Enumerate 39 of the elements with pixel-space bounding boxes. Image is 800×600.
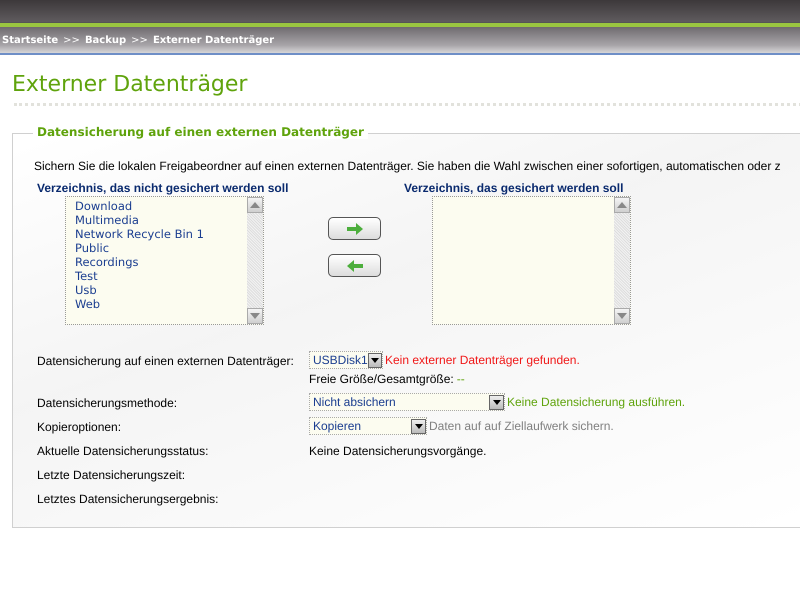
folder-item[interactable]: Public bbox=[75, 241, 110, 255]
field-label: Letzte Datensicherungszeit: bbox=[37, 467, 186, 484]
field-label: Kopieroptionen: bbox=[37, 419, 122, 436]
folder-item[interactable]: Download bbox=[75, 199, 132, 213]
field-label: Aktuelle Datensicherungsstatus: bbox=[37, 443, 210, 460]
field-label: Datensicherung auf einen externen Datenträger: bbox=[37, 353, 295, 370]
move-right-button[interactable] bbox=[328, 217, 381, 240]
scroll-up-icon[interactable] bbox=[614, 197, 630, 213]
list-heading: Verzeichnis, das gesichert werden soll bbox=[404, 181, 624, 195]
scroll-up-icon[interactable] bbox=[247, 197, 263, 213]
section-legend: Datensicherung auf einen externen Datenträger bbox=[33, 125, 368, 139]
hint-text: Daten auf auf Ziellaufwerk sichern. bbox=[429, 419, 614, 433]
breadcrumb-separator: >> bbox=[131, 34, 148, 46]
field-value: Keine Datensicherungsvorgänge. bbox=[309, 443, 486, 458]
folder-item[interactable]: Recordings bbox=[75, 255, 139, 269]
folder-item[interactable]: Network Recycle Bin 1 bbox=[75, 227, 204, 241]
left-arrow-icon bbox=[344, 258, 364, 272]
size-label: Freie Größe/Gesamtgröße: bbox=[309, 372, 454, 386]
size-value: -- bbox=[456, 372, 465, 386]
dropdown[interactable]: USBDisk1 bbox=[309, 351, 383, 369]
list-heading: Verzeichnis, das nicht gesichert werden soll bbox=[37, 181, 290, 195]
hint-text: Keine Datensicherung ausführen. bbox=[507, 395, 686, 409]
breadcrumb-separator: >> bbox=[63, 34, 80, 46]
dropdown[interactable]: Kopieren bbox=[309, 417, 427, 435]
scroll-down-icon[interactable] bbox=[247, 308, 263, 324]
folder-list[interactable]: Download Multimedia Network Recycle Bin 1 Public Recordings Test Usb Web bbox=[65, 196, 264, 325]
folder-item[interactable]: Test bbox=[75, 269, 98, 283]
folder-item[interactable]: Web bbox=[75, 297, 100, 311]
folder-item[interactable]: Multimedia bbox=[75, 213, 139, 227]
folder-item[interactable]: Usb bbox=[75, 283, 97, 297]
field-label: Datensicherungsmethode: bbox=[37, 395, 178, 412]
right-arrow-icon bbox=[344, 222, 364, 236]
hint-text: Kein externer Datenträger gefunden. bbox=[385, 353, 580, 367]
dropdown[interactable]: Nicht absichern bbox=[309, 393, 505, 411]
description-text: Sichern Sie die lokalen Freigabeordner auf einen externen Datenträger. Sie haben die Wahl zwischen einer sofortigen, automatischen oder z bbox=[34, 159, 782, 173]
page-title: Externer Datenträger bbox=[12, 71, 248, 99]
move-left-button[interactable] bbox=[328, 254, 381, 277]
scroll-down-icon[interactable] bbox=[614, 308, 630, 324]
field-label: Letztes Datensicherungsergebnis: bbox=[37, 491, 220, 508]
